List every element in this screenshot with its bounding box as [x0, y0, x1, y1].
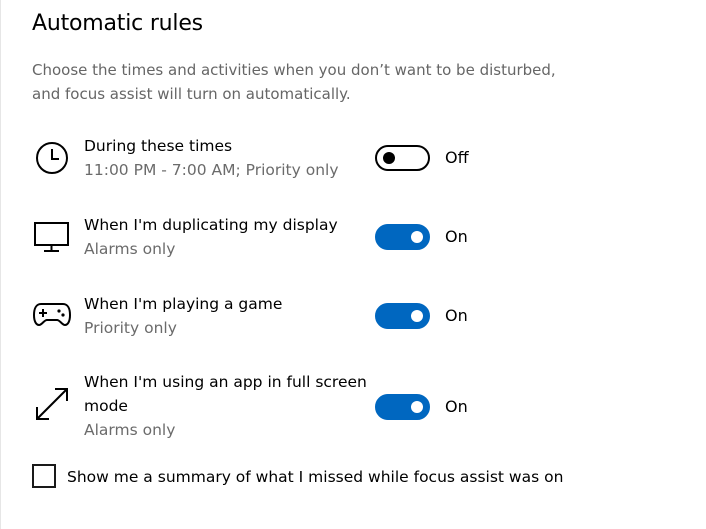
- toggle-knob: [411, 231, 423, 243]
- full-screen-app-toggle[interactable]: [375, 394, 430, 420]
- playing-game-toggle[interactable]: [375, 303, 430, 329]
- during-these-times-toggle[interactable]: [375, 145, 430, 171]
- section-description-line-1: Choose the times and activities when you…: [32, 61, 556, 79]
- rule-title: When I'm duplicating my display: [84, 216, 338, 234]
- rule-title: When I'm using an app in full screen mod…: [84, 373, 367, 415]
- summary-checkbox-label[interactable]: Show me a summary of what I missed while…: [67, 465, 563, 489]
- duplicating-display-toggle[interactable]: [375, 224, 430, 250]
- clock-icon: [32, 137, 72, 177]
- toggle-state-label: On: [445, 397, 468, 416]
- toggle-state-label: On: [445, 227, 468, 246]
- fullscreen-arrow-icon: [32, 384, 72, 424]
- toggle-knob: [411, 401, 423, 413]
- summary-checkbox-row[interactable]: Show me a summary of what I missed while…: [32, 464, 672, 490]
- playing-game-toggle-group: On: [375, 303, 495, 329]
- rule-subtitle: Priority only: [84, 319, 177, 337]
- toggle-knob: [411, 310, 423, 322]
- during-these-times-toggle-group: Off: [375, 145, 495, 171]
- focus-assist-automatic-rules-panel: Automatic rules Choose the times and act…: [0, 0, 706, 529]
- rule-text: When I'm using an app in full screen mod…: [84, 370, 374, 442]
- toggle-knob: [383, 152, 395, 164]
- toggle-state-label: On: [445, 306, 468, 325]
- section-title: Automatic rules: [32, 11, 203, 36]
- toggle-state-label: Off: [445, 148, 469, 167]
- monitor-icon: [32, 216, 72, 256]
- rule-subtitle: Alarms only: [84, 240, 176, 258]
- section-description-line-2: and focus assist will turn on automatica…: [32, 85, 351, 103]
- full-screen-app-toggle-group: On: [375, 394, 495, 420]
- rule-title: When I'm playing a game: [84, 295, 283, 313]
- duplicating-display-toggle-group: On: [375, 224, 495, 250]
- rule-text: When I'm playing a game Priority only: [84, 292, 374, 340]
- rule-text: When I'm duplicating my display Alarms o…: [84, 213, 374, 261]
- rule-subtitle: Alarms only: [84, 421, 176, 439]
- rule-subtitle: 11:00 PM - 7:00 AM; Priority only: [84, 161, 339, 179]
- rule-text: During these times 11:00 PM - 7:00 AM; P…: [84, 134, 374, 182]
- rule-title: During these times: [84, 137, 233, 155]
- section-description: Choose the times and activities when you…: [32, 58, 592, 106]
- summary-checkbox[interactable]: [32, 464, 56, 488]
- gamepad-icon: [32, 293, 72, 333]
